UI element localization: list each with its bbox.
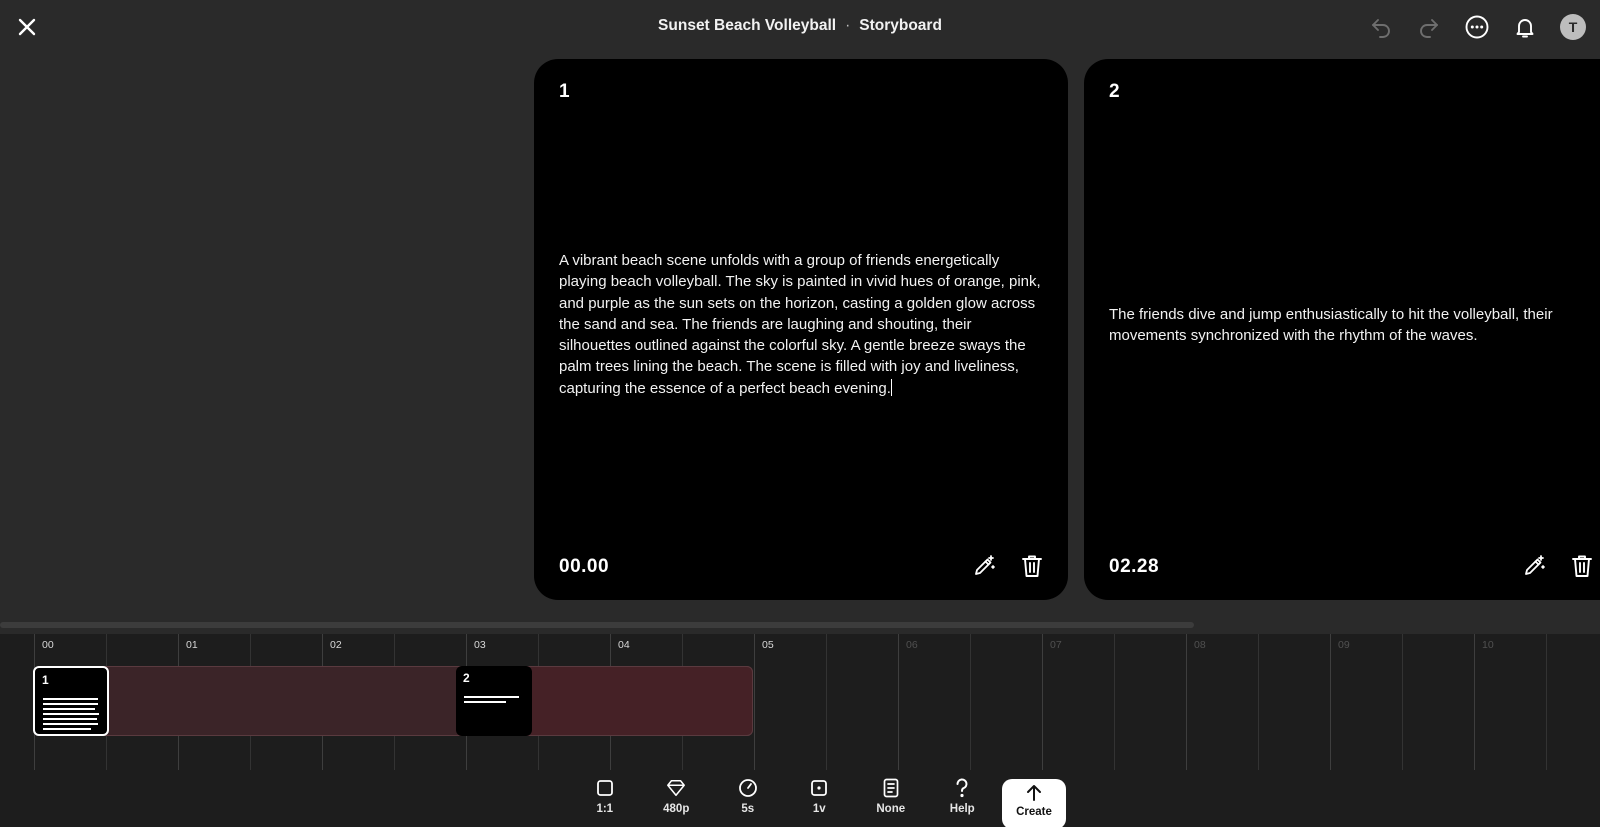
scene-description: A vibrant beach scene unfolds with a gro… — [559, 252, 1041, 397]
timeline-second-label: 04 — [618, 639, 630, 651]
redo-button[interactable] — [1414, 12, 1444, 42]
scene-number: 2 — [1109, 81, 1120, 102]
scene-description[interactable]: The friends dive and jump enthusiastical… — [1109, 304, 1574, 347]
scene-actions — [970, 552, 1046, 580]
timeline-second-line — [1186, 634, 1187, 770]
help-button[interactable]: Help — [927, 770, 999, 827]
timeline-clip-1[interactable]: 1 — [33, 666, 109, 736]
timeline-second-label: 07 — [1050, 639, 1062, 651]
top-bar: Sunset Beach Volleyball · Storyboard T — [0, 0, 1600, 54]
timeline-second-line — [754, 634, 755, 770]
title-separator: · — [845, 17, 851, 34]
delete-scene-button[interactable] — [1018, 552, 1046, 580]
more-icon — [1465, 15, 1489, 39]
timeline-clip-2[interactable]: 2 — [456, 666, 532, 736]
help-label: Help — [949, 803, 975, 815]
scene-description-editor[interactable]: A vibrant beach scene unfolds with a gro… — [559, 250, 1044, 399]
clip-text-preview — [464, 696, 519, 706]
timeline-half-second-line — [1114, 634, 1115, 770]
timeline-track-selected-segment — [531, 666, 753, 736]
timeline-second-label: 03 — [474, 639, 486, 651]
horizontal-scrollbar[interactable] — [0, 622, 1194, 628]
notifications-button[interactable] — [1510, 12, 1540, 42]
timeline-half-second-line — [1258, 634, 1259, 770]
timeline-second-label: 05 — [762, 639, 774, 651]
create-button[interactable]: Create — [1002, 779, 1066, 827]
scene-number: 1 — [559, 81, 570, 102]
trash-icon — [1572, 555, 1592, 577]
top-actions: T — [1366, 12, 1586, 42]
duration-label: 5s — [741, 803, 755, 815]
trash-icon — [1022, 555, 1042, 577]
style-label: None — [876, 803, 906, 815]
scene-time: 02.28 — [1109, 556, 1160, 577]
clip-number: 1 — [42, 673, 49, 687]
bottom-toolbar: 1:1 480p 5s 1v None Help Create — [0, 770, 1600, 827]
timeline-second-label: 08 — [1194, 639, 1206, 651]
view-name: Storyboard — [859, 17, 942, 34]
gauge-icon — [738, 779, 757, 797]
scene-actions — [1520, 552, 1596, 580]
style-button[interactable]: None — [855, 770, 927, 827]
magic-edit-button[interactable] — [1520, 552, 1548, 580]
timeline[interactable]: 1 2 00 01 02 03 04 05 06 07 08 09 10 — [0, 634, 1600, 770]
timeline-second-label: 10 — [1482, 639, 1494, 651]
quality-button[interactable]: 480p — [641, 770, 713, 827]
scene-card-1[interactable]: 1 A vibrant beach scene unfolds with a g… — [534, 59, 1068, 600]
duration-button[interactable]: 5s — [712, 770, 784, 827]
clip-number: 2 — [463, 671, 470, 685]
timeline-half-second-line — [826, 634, 827, 770]
aspect-ratio-label: 1:1 — [596, 803, 614, 815]
square-icon — [596, 780, 613, 796]
timeline-second-label: 00 — [42, 639, 54, 651]
magic-edit-button[interactable] — [970, 552, 998, 580]
variation-icon — [811, 780, 828, 796]
timeline-half-second-line — [970, 634, 971, 770]
clip-text-preview — [43, 698, 99, 733]
quality-label: 480p — [663, 803, 690, 815]
timeline-half-second-line — [1546, 634, 1547, 770]
timeline-second-line — [1042, 634, 1043, 770]
delete-scene-button[interactable] — [1568, 552, 1596, 580]
diamond-icon — [667, 779, 686, 797]
arrow-up-icon — [1027, 785, 1041, 801]
create-label: Create — [1016, 806, 1052, 818]
page-title: Sunset Beach Volleyball · Storyboard — [0, 17, 1600, 35]
variations-button[interactable]: 1v — [784, 770, 856, 827]
aspect-ratio-button[interactable]: 1:1 — [569, 770, 641, 827]
timeline-half-second-line — [1402, 634, 1403, 770]
timeline-second-label: 06 — [906, 639, 918, 651]
timeline-second-label: 01 — [186, 639, 198, 651]
document-icon — [883, 778, 899, 798]
timeline-second-line — [1474, 634, 1475, 770]
more-options-button[interactable] — [1462, 12, 1492, 42]
question-icon — [956, 778, 968, 798]
text-cursor — [890, 378, 892, 396]
scene-card-2[interactable]: 2 The friends dive and jump enthusiastic… — [1084, 59, 1600, 600]
magic-pencil-icon — [975, 555, 995, 575]
timeline-second-label: 02 — [330, 639, 342, 651]
timeline-second-line — [1330, 634, 1331, 770]
bell-icon — [1516, 19, 1534, 38]
redo-icon — [1420, 19, 1438, 38]
timeline-second-line — [898, 634, 899, 770]
undo-button[interactable] — [1366, 12, 1396, 42]
variations-label: 1v — [812, 803, 826, 815]
timeline-second-label: 09 — [1338, 639, 1350, 651]
magic-pencil-icon — [1525, 555, 1545, 575]
undo-icon — [1372, 19, 1390, 38]
project-title: Sunset Beach Volleyball — [658, 17, 837, 34]
avatar[interactable]: T — [1560, 14, 1586, 40]
scene-time: 00.00 — [559, 556, 610, 577]
